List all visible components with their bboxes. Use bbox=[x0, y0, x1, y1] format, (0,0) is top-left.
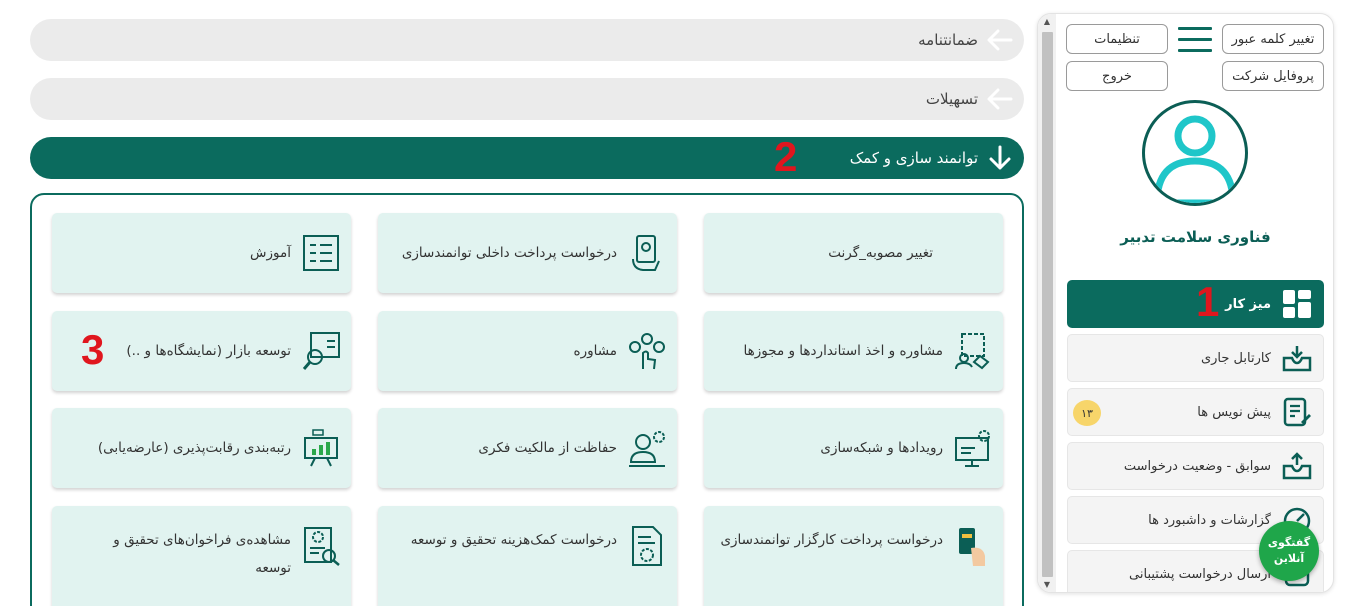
card-label: درخواست پرداخت کارگزار توانمندسازی bbox=[720, 532, 943, 548]
card-label: درخواست پرداخت داخلی توانمندسازی bbox=[401, 245, 617, 261]
avatar bbox=[1142, 100, 1248, 206]
accordion-guarantee[interactable]: ضمانتنامه bbox=[30, 19, 1024, 61]
nav-item-label: ارسال درخواست پشتیبانی bbox=[1129, 566, 1271, 582]
user-icon bbox=[1153, 115, 1237, 203]
card-label: توسعه بازار (نمایشگاه‌ها و ..) bbox=[126, 343, 291, 359]
chat-label-line1: گفتگوی bbox=[1267, 536, 1311, 549]
nav-item-request-history[interactable]: سوابق - وضعیت درخواست bbox=[1067, 442, 1324, 490]
card-label: تغییر مصوبه_گرنت bbox=[828, 245, 933, 261]
change-password-button[interactable]: تغییر کلمه عبور bbox=[1222, 24, 1324, 54]
card-ip-protection[interactable]: حفاظت از مالکیت فکری bbox=[378, 408, 677, 488]
menu-hamburger-icon[interactable] bbox=[1178, 27, 1212, 53]
card-rnd-grant-request[interactable]: درخواست کمک‌هزینه تحقیق و توسعه bbox=[378, 506, 677, 606]
sidebar: ▲ ▼ تغییر کلمه عبور تنظیمات پروفایل شرکت… bbox=[1037, 13, 1334, 593]
card-label: حفاظت از مالکیت فکری bbox=[478, 440, 617, 456]
card-hand-icon bbox=[953, 526, 993, 566]
document-search-icon bbox=[301, 526, 341, 566]
card-broker-payment[interactable]: درخواست پرداخت کارگزار توانمندسازی bbox=[704, 506, 1003, 606]
sidebar-scrollbar[interactable]: ▲ ▼ bbox=[1038, 14, 1056, 592]
card-label: درخواست کمک‌هزینه تحقیق و توسعه bbox=[410, 532, 617, 548]
draft-edit-icon bbox=[1281, 396, 1313, 428]
empowerment-panel: تغییر مصوبه_گرنت درخواست پرداخت داخلی تو… bbox=[30, 193, 1024, 606]
payment-hand-icon bbox=[627, 233, 667, 273]
card-standards-consulting[interactable]: مشاوره و اخذ استانداردها و مجوزها bbox=[704, 311, 1003, 391]
consulting-handshake-icon bbox=[953, 331, 993, 371]
hand-gears-icon bbox=[627, 331, 667, 371]
presentation-chart-icon bbox=[301, 428, 341, 468]
upload-tray-icon bbox=[1281, 450, 1313, 482]
drafts-count-badge: ۱۳ bbox=[1073, 400, 1101, 426]
nav-item-label: کارتابل جاری bbox=[1200, 350, 1271, 366]
monitor-gear-icon bbox=[953, 428, 993, 468]
nav-item-label: گزارشات و داشبورد ها bbox=[1148, 512, 1271, 528]
scroll-up-icon[interactable]: ▲ bbox=[1042, 17, 1052, 26]
scroll-thumb[interactable] bbox=[1042, 32, 1053, 577]
ip-person-gear-icon bbox=[627, 428, 667, 468]
settings-button[interactable]: تنظیمات bbox=[1066, 24, 1168, 54]
card-training[interactable]: آموزش bbox=[52, 213, 351, 293]
marker-1: 1 bbox=[1196, 278, 1220, 325]
chat-label-line2: آنلاین bbox=[1273, 552, 1305, 565]
card-label: مشاهده‌ی فراخوان‌های تحقیق و توسعه bbox=[113, 532, 291, 576]
nav-item-label: میز کار bbox=[1225, 296, 1271, 312]
card-grant-change[interactable]: تغییر مصوبه_گرنت bbox=[704, 213, 1003, 293]
dashboard-grid-icon bbox=[1281, 288, 1313, 320]
company-name: فناوری سلامت تدبیر bbox=[1120, 228, 1271, 246]
accordion-empowerment[interactable]: توانمند سازی و کمک bbox=[30, 137, 1024, 179]
arrow-left-icon bbox=[986, 26, 1014, 54]
accordion-label: ضمانتنامه bbox=[918, 31, 978, 49]
logout-button[interactable]: خروج bbox=[1066, 61, 1168, 91]
checklist-icon bbox=[301, 233, 341, 273]
card-label: مشاوره bbox=[573, 343, 618, 359]
arrow-down-icon bbox=[986, 144, 1014, 172]
inbox-tray-icon bbox=[1281, 342, 1313, 374]
nav-item-drafts[interactable]: ۱۳ پیش نویس ها bbox=[1067, 388, 1324, 436]
nav-item-label: سوابق - وضعیت درخواست bbox=[1123, 458, 1271, 474]
online-chat-button[interactable]: گفتگوی آنلاین bbox=[1259, 521, 1319, 581]
card-label: رویدادها و شبکه‌سازی bbox=[820, 440, 943, 456]
marker-3: 3 bbox=[81, 326, 105, 373]
nav-item-label: پیش نویس ها bbox=[1197, 404, 1271, 420]
accordion-facilities[interactable]: تسهیلات bbox=[30, 78, 1024, 120]
card-label: رتبه‌بندی رقابت‌پذیری (عارضه‌یابی) bbox=[97, 440, 291, 456]
scroll-down-icon[interactable]: ▼ bbox=[1042, 580, 1052, 589]
card-rnd-calls[interactable]: مشاهده‌ی فراخوان‌های تحقیق و توسعه bbox=[52, 506, 351, 606]
accordion-label: توانمند سازی و کمک bbox=[849, 149, 978, 167]
nav-item-current-inbox[interactable]: کارتابل جاری bbox=[1067, 334, 1324, 382]
company-profile-button[interactable]: پروفایل شرکت bbox=[1222, 61, 1324, 91]
arrow-left-icon bbox=[986, 85, 1014, 113]
card-consulting[interactable]: مشاوره bbox=[378, 311, 677, 391]
card-internal-payment[interactable]: درخواست پرداخت داخلی توانمندسازی bbox=[378, 213, 677, 293]
card-competitiveness-rating[interactable]: رتبه‌بندی رقابت‌پذیری (عارضه‌یابی) bbox=[52, 408, 351, 488]
card-label: مشاوره و اخذ استانداردها و مجوزها bbox=[743, 343, 943, 359]
accordion-label: تسهیلات bbox=[925, 90, 978, 108]
market-search-icon bbox=[301, 331, 341, 371]
marker-2: 2 bbox=[774, 133, 798, 180]
card-label: آموزش bbox=[250, 245, 291, 261]
document-gear-icon bbox=[627, 526, 667, 566]
card-events-networking[interactable]: رویدادها و شبکه‌سازی bbox=[704, 408, 1003, 488]
